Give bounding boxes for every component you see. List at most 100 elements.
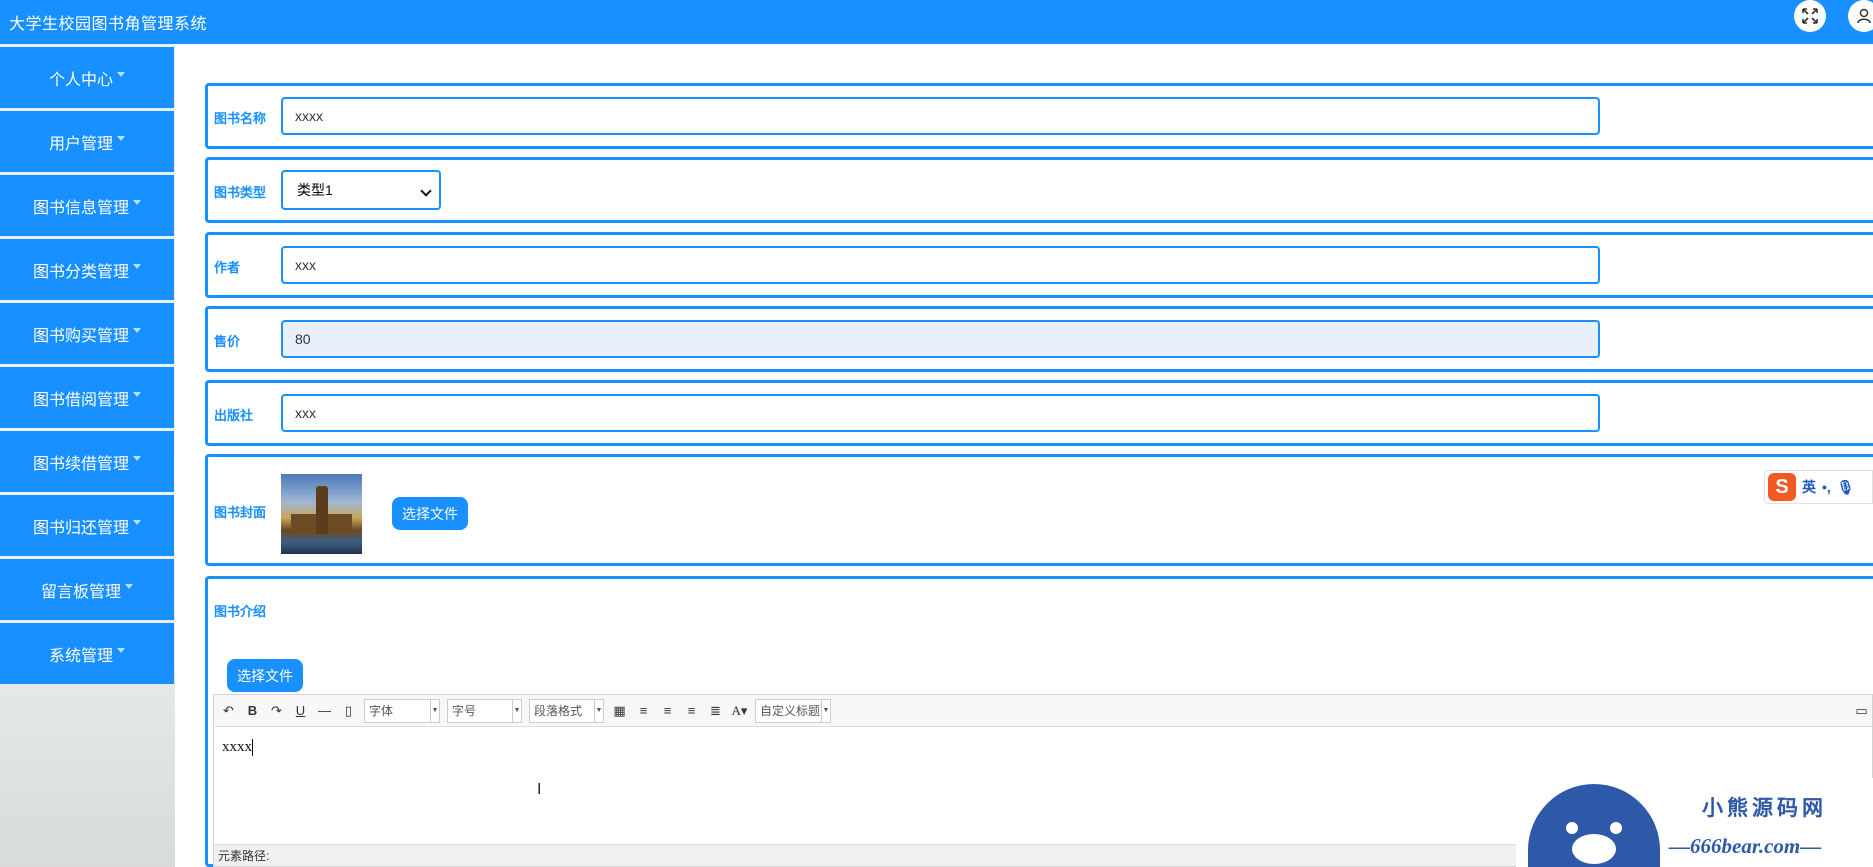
price-input[interactable]: [281, 320, 1600, 358]
expand-icon[interactable]: [1794, 0, 1826, 32]
bear-logo-icon: [1528, 784, 1660, 867]
microphone-icon[interactable]: 🎙: [1837, 479, 1855, 496]
author-label: 作者: [214, 260, 241, 275]
sogou-logo-icon: S: [1768, 473, 1796, 501]
form-row-price: 售价: [205, 306, 1873, 372]
form-row-book-name: 图书名称: [205, 83, 1873, 149]
redo-icon[interactable]: ↷: [268, 703, 285, 719]
book-name-input[interactable]: [281, 97, 1600, 135]
editor-content: xxxx: [222, 739, 252, 755]
font-family-label: 字体: [369, 704, 394, 718]
custom-title-select[interactable]: 自定义标题 ▼: [755, 698, 831, 723]
author-input[interactable]: [281, 246, 1600, 284]
ime-toolbar[interactable]: S 英 •, 🎙: [1764, 470, 1873, 504]
sidebar-item-system[interactable]: 系统管理: [0, 623, 174, 684]
sidebar-item-book-info[interactable]: 图书信息管理: [0, 175, 174, 236]
horizontal-rule-icon[interactable]: —: [316, 703, 333, 718]
sidebar-item-label: 图书分类管理: [32, 263, 129, 281]
ime-language[interactable]: 英: [1802, 477, 1816, 497]
font-size-select[interactable]: 字号 ▼: [447, 698, 522, 723]
user-icon[interactable]: [1848, 0, 1873, 32]
publisher-input[interactable]: [281, 394, 1600, 432]
caret-down-icon: [117, 72, 125, 77]
book-name-label: 图书名称: [214, 111, 267, 126]
watermark-brand: 小熊源码网: [1702, 795, 1827, 820]
align-center-icon[interactable]: ≡: [683, 703, 700, 718]
custom-title-label: 自定义标题: [760, 704, 821, 718]
caret-down-icon: [125, 584, 133, 589]
font-color-icon[interactable]: A▾: [731, 703, 748, 719]
caret-down-icon: [117, 648, 125, 653]
sidebar-item-label: 图书信息管理: [32, 199, 129, 217]
paragraph-format-select[interactable]: 段落格式 ▼: [529, 698, 604, 723]
sidebar: 个人中心 用户管理 图书信息管理 图书分类管理 图书购买管理 图书借阅管理 图书…: [0, 44, 175, 867]
main-content: 图书名称 图书类型 类型1 作者 售价 出版社 图书封面 选择文件 图书介绍 选…: [175, 44, 1873, 867]
caret-down-icon: [133, 200, 141, 205]
element-path-label: 元素路径:: [218, 849, 270, 863]
chevron-down-icon: ▼: [594, 699, 603, 722]
paragraph-format-label: 段落格式: [534, 704, 583, 718]
ibeam-cursor-icon: I: [537, 781, 542, 798]
app-title: 大学生校园图书角管理系统: [9, 16, 208, 33]
sidebar-item-book-return[interactable]: 图书归还管理: [0, 495, 174, 556]
undo-icon[interactable]: ↶: [220, 703, 237, 719]
new-doc-icon[interactable]: ▯: [340, 703, 357, 719]
sidebar-item-label: 用户管理: [48, 135, 113, 153]
bear-snout: [1572, 834, 1616, 864]
sidebar-item-book-borrow[interactable]: 图书借阅管理: [0, 367, 174, 428]
font-size-label: 字号: [452, 704, 477, 718]
caret-down-icon: [133, 520, 141, 525]
caret-down-icon: [117, 136, 125, 141]
chevron-down-icon: ▼: [821, 699, 830, 722]
watermark-url: —666bear.com—: [1669, 834, 1822, 858]
form-row-cover: 图书封面 选择文件: [205, 454, 1873, 566]
align-justify-icon[interactable]: ≣: [707, 703, 724, 719]
sidebar-item-profile[interactable]: 个人中心: [0, 47, 174, 108]
font-family-select[interactable]: 字体 ▼: [364, 698, 440, 723]
caret-down-icon: [133, 456, 141, 461]
sidebar-item-label: 图书归还管理: [32, 519, 129, 537]
sidebar-item-book-purchase[interactable]: 图书购买管理: [0, 303, 174, 364]
editor-toolbar: ↶ B ↷ U — ▯ 字体 ▼ 字号 ▼ 段落格式 ▼ ▦ ≡ ≡ ≡ ≣ A▾ 自…: [214, 695, 1872, 727]
chevron-down-icon: ▼: [512, 699, 521, 722]
sidebar-item-message-board[interactable]: 留言板管理: [0, 559, 174, 620]
top-header: 大学生校园图书角管理系统: [0, 0, 1873, 44]
chevron-down-icon: ▼: [430, 699, 439, 722]
align-left-icon[interactable]: ≡: [635, 703, 652, 718]
caret-down-icon: [133, 264, 141, 269]
sidebar-item-label: 个人中心: [48, 71, 113, 89]
price-label: 售价: [214, 334, 241, 349]
cover-choose-file-button[interactable]: 选择文件: [392, 497, 468, 530]
underline-icon[interactable]: U: [292, 703, 309, 718]
sidebar-item-book-renew[interactable]: 图书续借管理: [0, 431, 174, 492]
table-icon[interactable]: ▦: [611, 703, 628, 719]
editor-body[interactable]: xxxx: [222, 739, 253, 757]
fullscreen-icon[interactable]: ▭: [1853, 703, 1870, 719]
bold-icon[interactable]: B: [244, 703, 261, 718]
sidebar-item-label: 系统管理: [48, 647, 113, 665]
sidebar-item-label: 图书购买管理: [32, 327, 129, 345]
align-right-icon[interactable]: ≡: [659, 703, 676, 718]
form-row-author: 作者: [205, 232, 1873, 298]
sidebar-item-users[interactable]: 用户管理: [0, 111, 174, 172]
chevron-down-icon: [420, 185, 432, 197]
form-row-publisher: 出版社: [205, 380, 1873, 446]
sidebar-item-book-category[interactable]: 图书分类管理: [0, 239, 174, 300]
form-row-book-type: 图书类型 类型1: [205, 157, 1873, 223]
bear-eye-left: [1566, 822, 1578, 834]
caret-down-icon: [133, 328, 141, 333]
book-type-label: 图书类型: [214, 185, 267, 200]
watermark: 小熊源码网 —666bear.com—: [1516, 778, 1873, 867]
book-type-select[interactable]: 类型1: [281, 170, 441, 210]
text-cursor: [252, 739, 253, 757]
cover-image-tower: [316, 486, 328, 534]
cover-label: 图书封面: [214, 505, 267, 520]
book-type-selected: 类型1: [297, 182, 333, 198]
cover-image: [281, 474, 362, 554]
sidebar-item-label: 图书续借管理: [32, 455, 129, 473]
intro-label: 图书介绍: [214, 604, 267, 619]
sidebar-item-label: 图书借阅管理: [32, 391, 129, 409]
intro-choose-file-button[interactable]: 选择文件: [227, 659, 303, 692]
sidebar-item-label: 留言板管理: [40, 583, 121, 601]
ime-punctuation[interactable]: •,: [1822, 479, 1831, 495]
